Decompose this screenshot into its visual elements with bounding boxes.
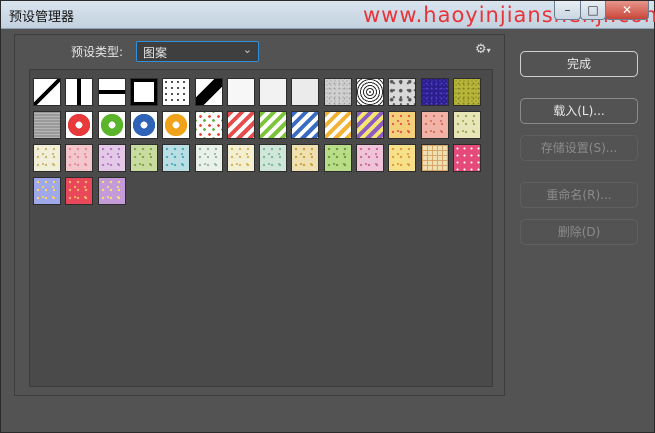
rename-button[interactable]: 重命名(R)... <box>520 182 638 208</box>
pattern-swatch[interactable] <box>323 144 352 172</box>
preset-grid <box>29 69 493 387</box>
close-button[interactable]: ✕ <box>605 1 649 20</box>
load-button[interactable]: 载入(L)... <box>520 98 638 124</box>
pattern-swatch[interactable] <box>259 144 288 172</box>
pattern-swatch[interactable] <box>129 78 158 106</box>
pattern-swatch[interactable] <box>420 78 449 106</box>
close-icon: ✕ <box>621 3 633 17</box>
pattern-swatch[interactable] <box>323 78 352 106</box>
pattern-swatch[interactable] <box>97 144 126 172</box>
pattern-swatch[interactable] <box>65 111 94 139</box>
pattern-swatch[interactable] <box>388 111 417 139</box>
pattern-swatch[interactable] <box>452 144 481 172</box>
preset-manager-window: 预设管理器 www.haoyinjianshenji.com – □ ✕ 预设类… <box>0 0 655 433</box>
pattern-swatch[interactable] <box>226 144 255 172</box>
pattern-swatch[interactable] <box>33 144 61 172</box>
pattern-swatch[interactable] <box>226 111 255 139</box>
pattern-swatch[interactable] <box>388 144 417 172</box>
pattern-swatch[interactable] <box>452 111 481 139</box>
pattern-swatch[interactable] <box>65 144 94 172</box>
pattern-swatch[interactable] <box>420 144 449 172</box>
preset-type-value: 图案 <box>143 46 168 60</box>
pattern-swatch[interactable] <box>162 78 191 106</box>
pattern-swatch[interactable] <box>291 144 320 172</box>
chevron-down-icon: ⌄ <box>242 43 252 56</box>
pattern-swatch[interactable] <box>388 78 417 106</box>
pattern-swatch[interactable] <box>65 177 94 205</box>
pattern-swatch[interactable] <box>420 111 449 139</box>
pattern-swatch[interactable] <box>323 111 352 139</box>
preset-type-label: 预设类型: <box>71 45 124 59</box>
pattern-swatch[interactable] <box>162 144 191 172</box>
pattern-swatch[interactable] <box>452 78 481 106</box>
pattern-swatch[interactable] <box>97 177 126 205</box>
preset-type-select[interactable]: 图案 ⌄ <box>136 41 259 62</box>
pattern-swatch[interactable] <box>259 111 288 139</box>
pattern-swatch[interactable] <box>291 111 320 139</box>
pattern-swatch[interactable] <box>356 111 384 139</box>
pattern-swatch[interactable] <box>33 111 61 139</box>
pattern-swatch[interactable] <box>226 78 255 106</box>
minimize-button[interactable]: – <box>554 1 581 20</box>
maximize-icon: □ <box>587 3 599 17</box>
minimize-icon: – <box>564 3 571 17</box>
pattern-swatch[interactable] <box>194 111 223 139</box>
maximize-button[interactable]: □ <box>580 1 606 20</box>
pattern-swatch[interactable] <box>97 78 126 106</box>
pattern-swatch[interactable] <box>33 78 61 106</box>
pattern-swatch[interactable] <box>162 111 191 139</box>
title-bar[interactable]: 预设管理器 www.haoyinjianshenji.com – □ ✕ <box>1 1 655 29</box>
delete-button[interactable]: 删除(D) <box>520 219 638 245</box>
pattern-swatch[interactable] <box>129 111 158 139</box>
pattern-swatch[interactable] <box>65 78 94 106</box>
save-settings-button[interactable]: 存储设置(S)... <box>520 135 638 161</box>
pattern-swatch[interactable] <box>129 144 158 172</box>
window-title: 预设管理器 <box>9 10 75 25</box>
done-button[interactable]: 完成 <box>520 51 638 77</box>
pattern-swatch[interactable] <box>194 78 223 106</box>
pattern-swatch[interactable] <box>356 78 384 106</box>
pattern-swatch[interactable] <box>194 144 223 172</box>
pattern-swatch[interactable] <box>97 111 126 139</box>
pattern-swatch[interactable] <box>259 78 288 106</box>
pattern-swatch[interactable] <box>291 78 320 106</box>
pattern-swatch[interactable] <box>356 144 384 172</box>
pattern-swatch[interactable] <box>33 177 61 205</box>
gear-icon[interactable]: ⚙▾ <box>475 42 491 57</box>
